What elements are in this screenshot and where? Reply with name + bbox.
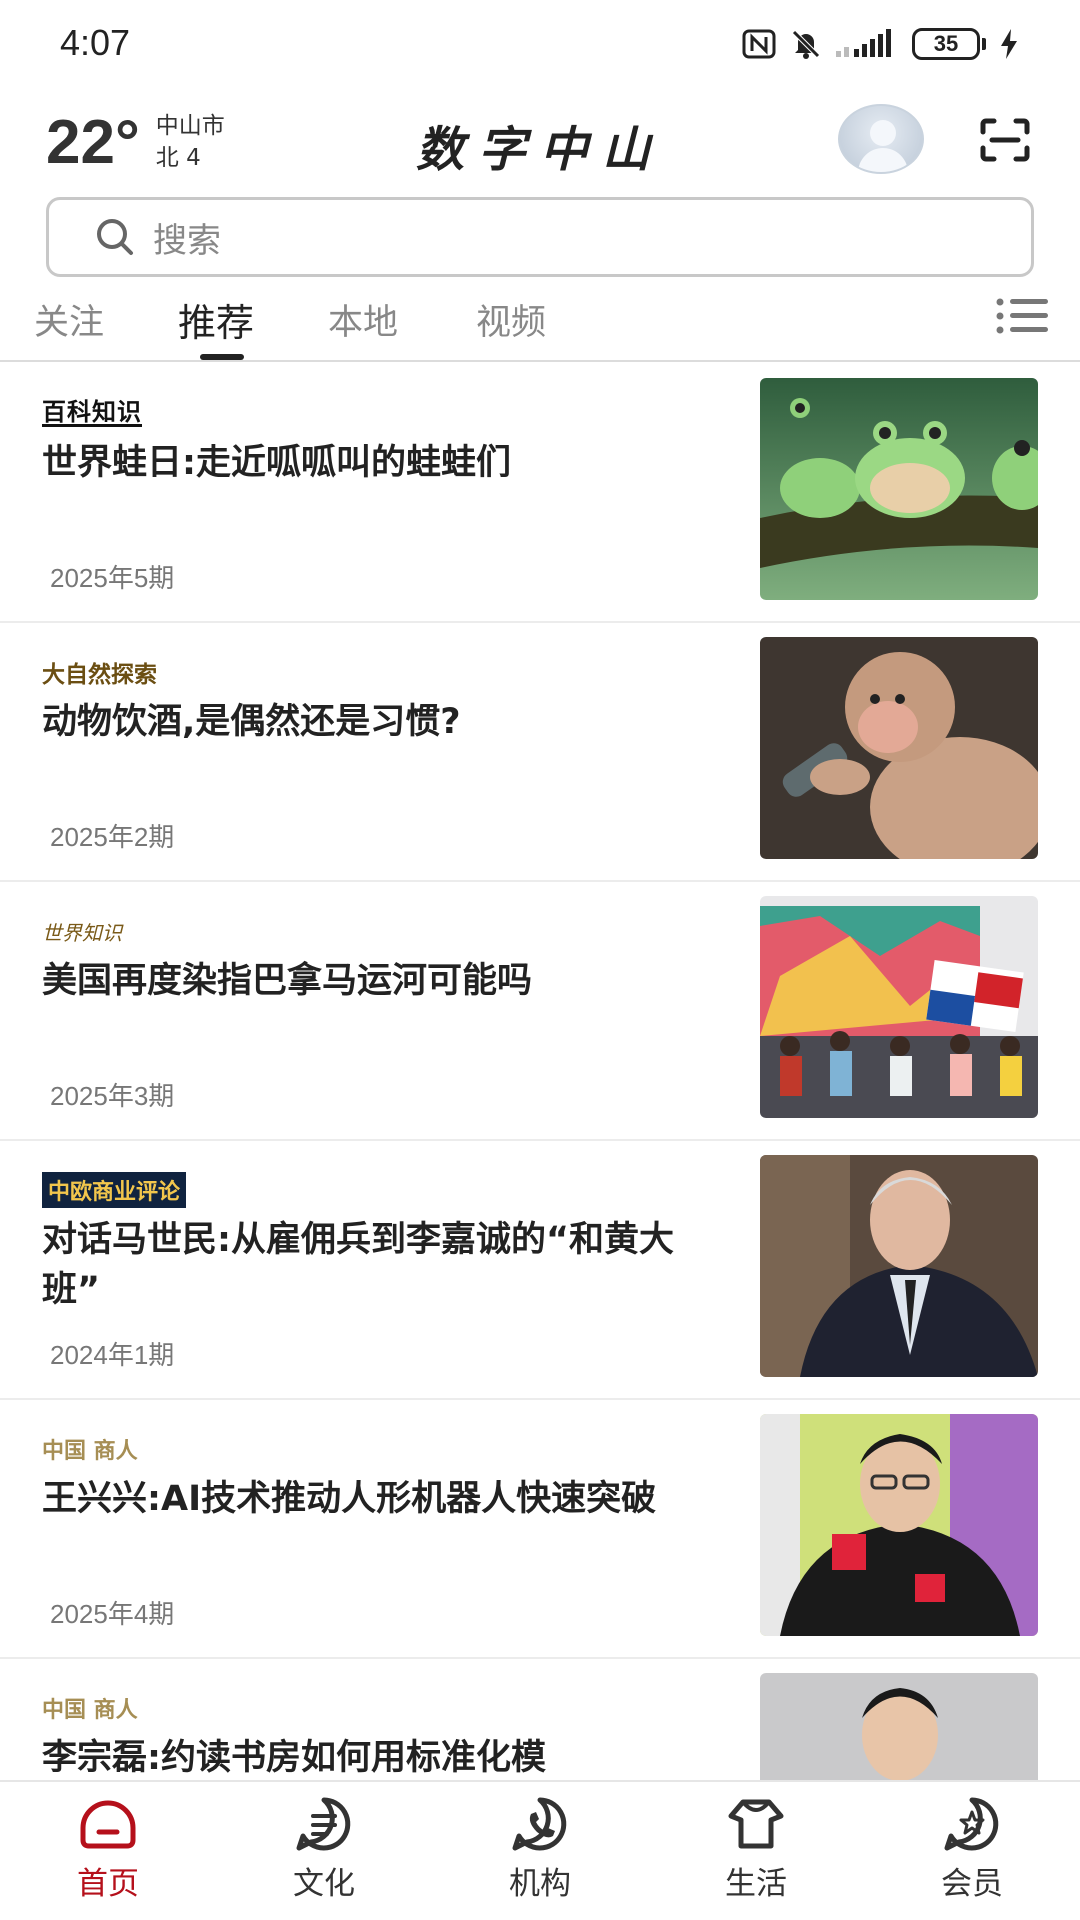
article-item[interactable]: 中欧商业评论 对话马世民:从雇佣兵到李嘉诚的“和黄大班” 2024年1期 [0,1141,1080,1400]
article-item[interactable]: 百科知识 世界蛙日:走近呱呱叫的蛙蛙们 2025年5期 [0,364,1080,623]
panama-protest-photo [760,896,1038,1118]
article-item[interactable]: 中国 商人 李宗磊:约读书房如何用标准化模 [0,1659,1080,1780]
nav-institution[interactable]: 机构 [470,1796,610,1903]
source-logo: 世界知识 [42,916,122,946]
man-suit-photo [760,1673,1038,1780]
article-thumbnail [760,378,1038,600]
article-thumbnail [760,637,1038,859]
article-issue: 2024年1期 [50,1340,175,1370]
source-logo: 百科知识 [42,398,142,428]
article-issue: 2025年2期 [50,822,175,852]
menu-list-icon[interactable] [996,296,1048,336]
nfc-icon [742,29,776,59]
article-item[interactable]: 大自然探索 动物饮酒,是偶然还是习惯? 2025年2期 [0,623,1080,882]
avatar-head [870,120,896,146]
article-title: 世界蛙日:走近呱呱叫的蛙蛙们 [42,443,511,483]
source-logo: 中欧商业评论 [42,1172,187,1208]
status-bar: 4:07 35 [0,0,1080,90]
article-issue: 2025年3期 [50,1081,175,1111]
nav-culture[interactable]: 文化 [254,1796,394,1903]
nav-home[interactable]: 首页 [38,1796,178,1903]
status-time: 4:07 [60,22,131,63]
weather-widget[interactable]: 22° 中山市 北 4 [46,108,225,178]
nav-label: 会员 [941,1866,1003,1902]
article-thumbnail [760,1155,1038,1377]
tab-local[interactable]: 本地 [328,294,398,345]
battery-level: 35 [912,28,980,60]
wind-info: 北 4 [155,145,201,171]
signal-icon [836,29,891,57]
nav-label: 生活 [725,1866,787,1902]
tab-recommend[interactable]: 推荐 [178,292,254,347]
search-input[interactable]: 搜索 [153,213,221,262]
status-icons: 35 [742,24,1018,64]
article-title: 动物饮酒,是偶然还是习惯? [42,702,461,742]
article-title: 李宗磊:约读书房如何用标准化模 [42,1738,546,1778]
avatar-body [858,148,908,172]
culture-icon [296,1797,351,1851]
source-name: 中国 商人 [42,1438,138,1464]
monkey-photo [760,637,1038,859]
frogs-photo [760,378,1038,600]
scan-icon[interactable] [980,118,1030,162]
source-name: 世界知识 [42,920,122,945]
nav-label: 首页 [77,1866,139,1902]
article-issue: 2025年5期 [50,563,175,593]
article-issue: 2025年4期 [50,1599,175,1629]
source-logo: 大自然探索 [42,657,157,688]
source-name: 中国 商人 [42,1697,138,1723]
man-portrait-photo [760,1155,1038,1377]
article-thumbnail [760,896,1038,1118]
charging-icon [1001,29,1017,59]
article-item[interactable]: 中国 商人 王兴兴:AI技术推动人形机器人快速突破 2025年4期 [0,1400,1080,1659]
article-title: 美国再度染指巴拿马运河可能吗 [42,961,533,1001]
source-name: 百科知识 [42,397,142,427]
source-name: 中欧商业评论 [42,1172,187,1208]
temperature: 22° [46,108,140,177]
home-icon [80,1800,136,1849]
bottom-navigation: 首页 文化 机构 生活 会员 [0,1780,1080,1920]
battery-cap [982,38,986,50]
tab-video[interactable]: 视频 [476,294,546,345]
article-feed[interactable]: 百科知识 世界蛙日:走近呱呱叫的蛙蛙们 2025年5期 大自然探索 动物饮酒,是… [0,364,1080,1780]
article-item[interactable]: 世界知识 美国再度染指巴拿马运河可能吗 2025年3期 [0,882,1080,1141]
speaker-photo [760,1414,1038,1636]
category-tabs: 关注 推荐 本地 视频 [0,290,1080,362]
member-icon [944,1797,999,1851]
phone-icon [512,1797,567,1851]
source-name: 大自然探索 [42,662,157,688]
search-icon [97,219,133,255]
article-title: 王兴兴:AI技术推动人形机器人快速突破 [42,1479,657,1519]
nav-life[interactable]: 生活 [686,1796,826,1903]
nav-label: 文化 [293,1866,355,1902]
avatar[interactable] [838,104,924,174]
tab-follow[interactable]: 关注 [34,294,104,345]
article-thumbnail [760,1414,1038,1636]
battery-indicator: 35 [912,28,986,60]
search-bar[interactable]: 搜索 [46,197,1034,277]
source-logo: 中国 商人 [42,1693,138,1723]
city-name: 中山市 [155,113,225,139]
life-icon [728,1799,784,1849]
article-title: 对话马世民:从雇佣兵到李嘉诚的“和黄大班” [42,1220,675,1310]
source-logo: 中国 商人 [42,1434,138,1464]
nav-label: 机构 [509,1866,571,1902]
article-thumbnail [760,1673,1038,1780]
weather-meta: 中山市 北 4 [156,110,225,174]
active-tab-indicator [200,354,244,360]
mute-bell-icon [792,30,820,59]
nav-member[interactable]: 会员 [902,1796,1042,1903]
